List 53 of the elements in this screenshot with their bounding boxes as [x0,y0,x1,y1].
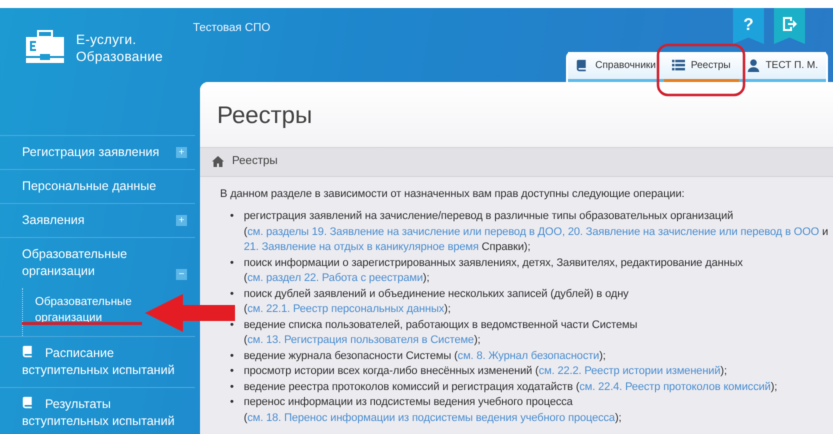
list-item: перенос информации из подсистемы ведения учебного процесса (см. 18. Перенос информации из подсистемы ведения учебного процесса); [244,395,622,426]
bullet: • [230,395,234,410]
logo-title: Е-услуги. [76,31,138,48]
user-icon [746,59,760,72]
intro-text: В данном разделе в зависимости от назначенных вам прав доступны следующие операции: [220,186,686,202]
nav-tab[interactable]: Реестры [664,52,739,82]
book-icon [22,345,35,358]
list-item: регистрация заявлений на зачисление/перевод в различные типы образовательных организаций (см. разделы 19. Заявление на зачисление или перевод в ДОО, 20. Заявление на зачисление или перевод в ООО и 21. Заявление на отдых в каникулярное время Справки); [244,209,830,256]
nav-tab[interactable]: Справочники [568,52,664,82]
list-item: поиск дублей заявлений и объединение нескольких записей (дублей) в одну (см. 22.1. Реестр персональных данных); [244,286,630,318]
list-item: просмотр истории всех когда-либо внесённых изменений (см. 22.2. Реестр истории изменений); [244,364,727,380]
logout-button[interactable] [774,8,805,44]
organization-name: Тестовая СПО [192,21,270,36]
sidebar-item[interactable]: Результаты вступительных испытаний [0,387,195,434]
briefcase-logo-icon [25,30,65,64]
bullet: • [230,364,234,380]
link[interactable]: см. 13. Регистрация пользователя в Системе [247,334,474,346]
breadcrumb-item[interactable]: Реестры [232,153,278,170]
sidebar-item[interactable]: Персональные данные [0,169,195,203]
sidebar-item[interactable]: Регистрация заявления + [0,135,195,169]
toggle-icon[interactable]: + [176,215,187,226]
bullet: • [230,256,234,271]
toggle-icon[interactable]: − [176,269,187,280]
bullet: • [230,318,234,333]
link[interactable]: см. 22.4. Реестр протоколов комиссий [579,380,771,393]
book-icon [22,396,35,409]
sidebar-item[interactable]: Расписание вступительных испытаний [0,336,195,387]
link[interactable]: см. 22.2. Реестр истории изменений [538,365,720,378]
bullet: • [230,286,234,302]
bullet: • [230,380,234,395]
list-icon [672,59,685,72]
logo-subtitle: Образование [76,48,163,65]
list-item: ведение реестра протоколов комиссий и регистрация ходатайств (см. 22.4. Реестр протоколов комиссий); [244,380,778,395]
list-item: поиск информации о зарегистрированных заявлениях, детях, Заявителях, редактирование данных (см. раздел 22. Работа с реестрами); [244,256,744,286]
bullet: • [230,209,234,224]
sidebar-subitem[interactable]: Образовательные организации [35,294,132,326]
toggle-icon[interactable]: + [176,147,187,158]
list-item: ведение журнала безопасности Системы (см. 8. Журнал безопасности); [244,348,606,364]
sidebar-group[interactable]: Образовательные организации − [0,237,195,288]
home-icon[interactable] [212,156,224,168]
link[interactable]: см. разделы 19. Заявление на зачисление или перевод в ДОО, 20. Заявление на зачисление или перевод в ООО [247,226,820,238]
link[interactable]: см. 22.1. Реестр персональных данных [247,303,444,316]
link[interactable]: см. 18. Перенос информации из подсистемы ведения учебного процесса [247,412,615,424]
nav-tab[interactable]: ТЕСТ П. М. [738,52,826,82]
link[interactable]: 21. Заявление на отдых в каникулярное время [244,241,479,254]
link[interactable]: см. 8. Журнал безопасности [458,350,600,362]
help-button[interactable]: ? [733,8,764,44]
page-title: Реестры [200,82,833,147]
list-item: ведение списка пользователей, работающих в ведомственной части Системы (см. 13. Регистрация пользователя в Системе); [244,318,638,348]
sidebar-item[interactable]: Заявления + [0,203,195,237]
bullet: • [230,348,234,364]
logout-icon [782,16,798,32]
link[interactable]: см. раздел 22. Работа с реестрами [247,272,423,284]
